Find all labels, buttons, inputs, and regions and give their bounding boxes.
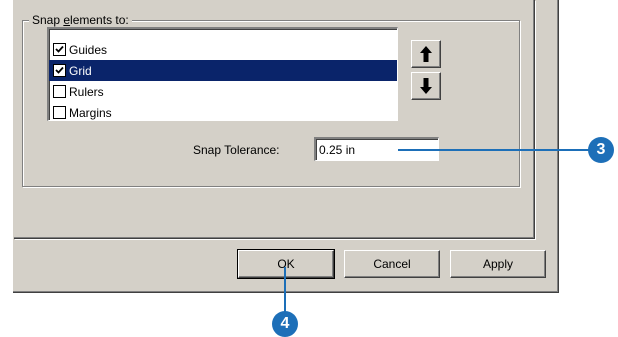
snap-elements-group-label: Snap elements to: — [29, 13, 132, 27]
margins-checkbox[interactable] — [53, 106, 66, 119]
snap-tolerance-label: Snap Tolerance: — [193, 143, 280, 157]
callout-4-leader — [284, 267, 286, 313]
move-up-button[interactable] — [411, 40, 441, 68]
snap-elements-list[interactable]: Guides Grid Rulers Margins — [47, 27, 398, 121]
list-item-label: Rulers — [69, 84, 104, 99]
ok-button[interactable]: OK — [237, 249, 335, 279]
list-item-rulers[interactable]: Rulers — [49, 81, 397, 102]
checkmark-icon — [55, 45, 64, 53]
list-item-guides[interactable]: Guides — [49, 39, 397, 60]
callout-step-3: 3 — [588, 137, 614, 163]
list-item-label: Margins — [69, 105, 112, 120]
guides-checkbox[interactable] — [53, 43, 66, 56]
move-down-button[interactable] — [411, 72, 441, 100]
callout-step-4: 4 — [272, 311, 298, 337]
checkmark-icon — [55, 66, 64, 74]
list-item-label: Grid — [69, 63, 92, 78]
apply-button[interactable]: Apply — [450, 250, 546, 278]
list-item-margins[interactable]: Margins — [49, 102, 397, 123]
arrow-down-icon — [420, 78, 432, 94]
list-item-grid[interactable]: Grid — [49, 60, 397, 81]
callout-3-leader — [398, 149, 590, 151]
rulers-checkbox[interactable] — [53, 85, 66, 98]
arrow-up-icon — [420, 46, 432, 62]
grid-checkbox[interactable] — [53, 64, 66, 77]
cancel-button[interactable]: Cancel — [344, 250, 440, 278]
list-item-label: Guides — [69, 42, 108, 57]
